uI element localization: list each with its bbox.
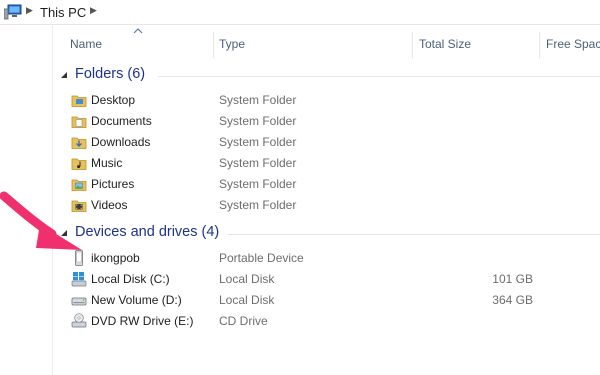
item-name: Downloads [91,135,151,149]
item-type: System Folder [219,156,297,170]
group-title: Devices and drives (4) [75,224,220,240]
item-name: ikongpob [91,251,140,265]
item-total-size: 101 GB [492,272,533,286]
item-type: Portable Device [219,251,304,265]
address-bar[interactable]: ▶ This PC ▶ [0,0,600,25]
windows-drive-icon [71,272,87,287]
desktop-folder-icon [71,95,87,107]
item-name: Desktop [91,93,136,107]
item-total-size: 364 GB [492,293,533,307]
documents-folder-icon [71,116,87,128]
music-folder-icon [71,158,87,170]
list-item[interactable]: Documents System Folder [53,111,600,132]
column-name[interactable]: Name [70,37,102,51]
column-divider[interactable] [412,32,413,58]
item-name: Videos [91,198,128,212]
list-item[interactable]: Music System Folder [53,153,600,174]
sort-ascending-icon [133,28,143,34]
item-type: Local Disk [219,272,275,286]
column-header: Name Type Total Size Free Space [53,24,600,64]
breadcrumb-chevron-icon[interactable]: ▶ [90,5,97,16]
list-item[interactable]: Pictures System Folder [53,174,600,195]
group-title: Folders (6) [75,66,146,82]
dvd-drive-icon [71,313,87,328]
column-total-size[interactable]: Total Size [419,37,471,51]
item-type: System Folder [219,198,297,212]
list-item[interactable]: Downloads System Folder [53,132,600,153]
group-divider-line [158,76,600,77]
item-type: System Folder [219,114,297,128]
item-type: System Folder [219,93,297,107]
breadcrumb-chevron-icon[interactable]: ▶ [26,5,33,16]
list-item[interactable]: DVD RW Drive (E:) CD Drive [53,311,600,332]
column-divider[interactable] [539,32,540,58]
list-item[interactable]: Local Disk (C:) Local Disk 101 GB [53,269,600,290]
list-item[interactable]: New Volume (D:) Local Disk 364 GB [53,290,600,311]
item-name: Pictures [91,177,135,191]
item-type: System Folder [219,135,297,149]
item-type: CD Drive [219,314,268,328]
item-type: System Folder [219,177,297,191]
this-pc-icon[interactable] [4,4,22,20]
breadcrumb-this-pc[interactable]: This PC [40,5,86,20]
item-name: DVD RW Drive (E:) [91,314,194,328]
collapse-chevron-icon[interactable] [60,71,68,79]
item-name: Music [91,156,123,170]
list-item[interactable]: Videos System Folder [53,195,600,216]
item-type: Local Disk [219,293,275,307]
column-divider[interactable] [213,32,214,58]
column-type[interactable]: Type [219,37,245,51]
group-divider-line [228,234,600,235]
list-item[interactable]: ikongpob Portable Device [53,248,600,269]
item-name: Local Disk (C:) [91,272,170,286]
hard-drive-icon [71,297,87,306]
downloads-folder-icon [71,137,87,149]
item-name: Documents [91,114,152,128]
item-name: New Volume (D:) [91,293,182,307]
column-free-space[interactable]: Free Space [546,37,600,51]
group-header-devices-and-drives[interactable]: Devices and drives (4) [60,224,600,244]
list-item[interactable]: Desktop System Folder [53,90,600,111]
group-header-folders[interactable]: Folders (6) [60,66,600,86]
annotation-arrow [0,191,82,250]
